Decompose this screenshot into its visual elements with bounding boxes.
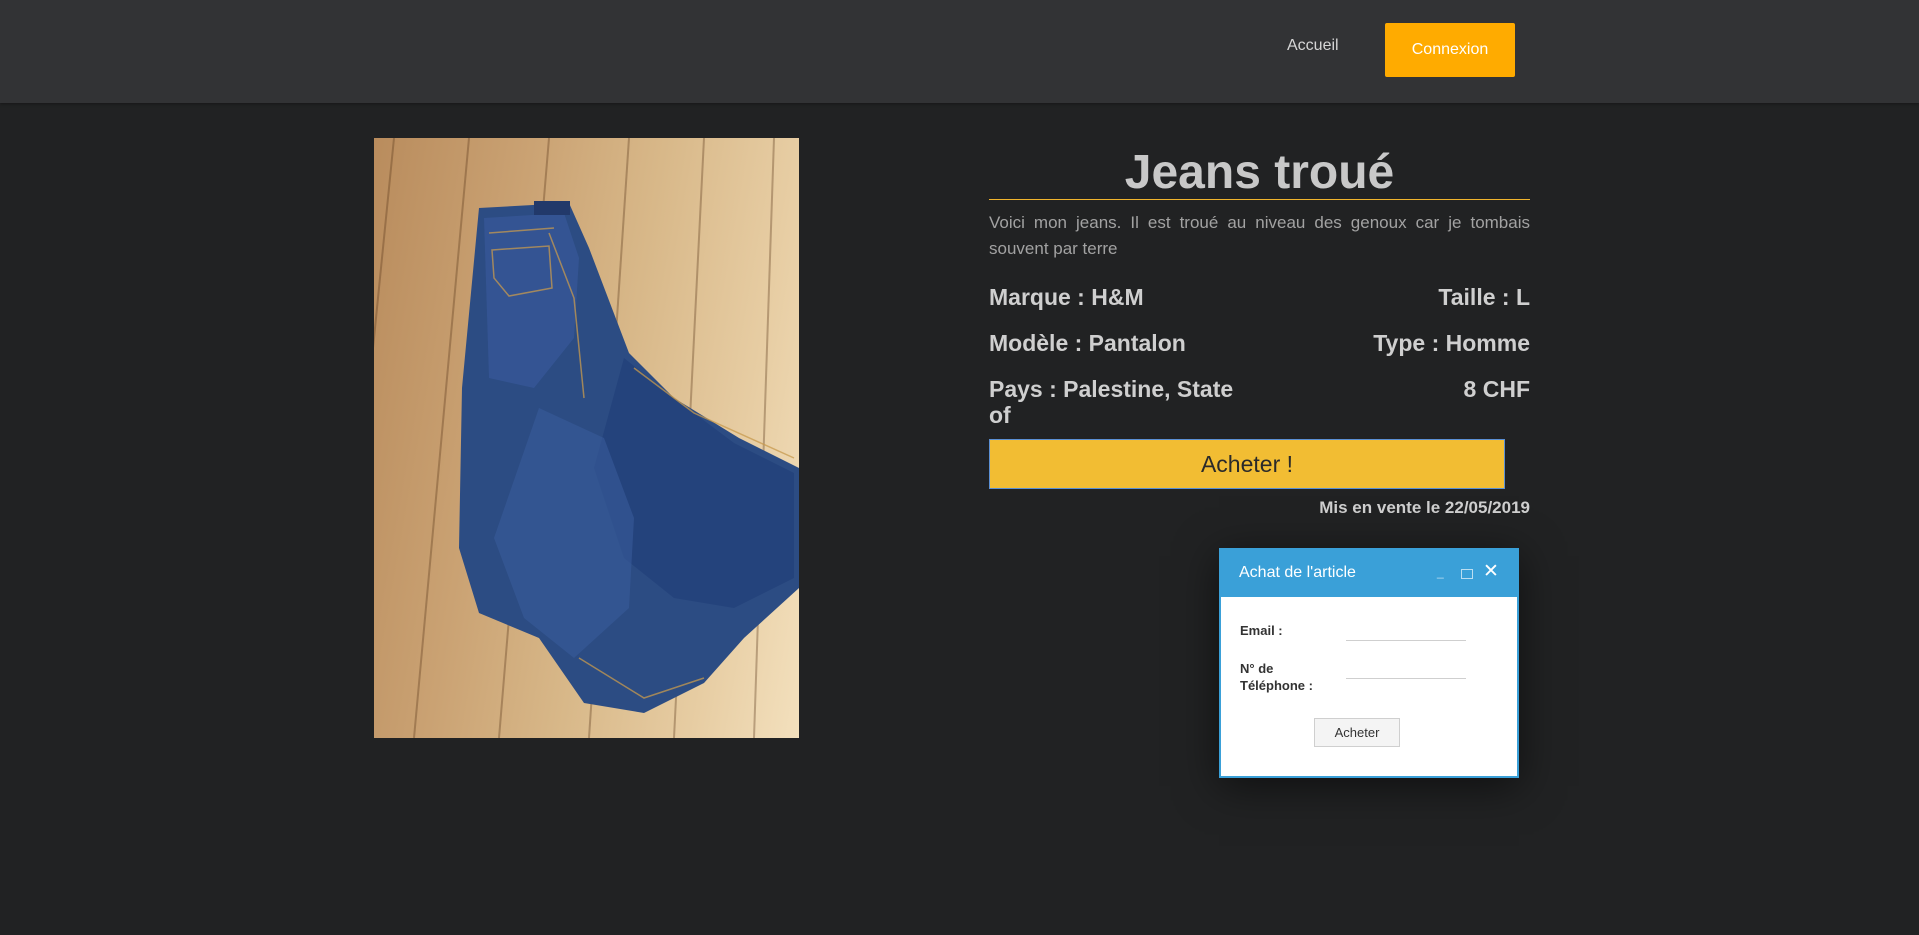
price-text: 8 CHF xyxy=(1463,376,1530,402)
country-text: Pays : Palestine, State of xyxy=(989,376,1234,428)
phone-label: N° de Téléphone : xyxy=(1240,661,1313,693)
dialog-header[interactable]: Achat de l'article _ ✕ xyxy=(1221,550,1517,597)
model-text: Modèle : Pantalon xyxy=(989,330,1186,356)
type-text: Type : Homme xyxy=(1373,330,1530,356)
brand-text: Marque : H&M xyxy=(989,284,1144,310)
email-label: Email : xyxy=(1240,623,1283,638)
product-title: Jeans troué xyxy=(989,138,1530,200)
phone-field[interactable] xyxy=(1346,657,1466,679)
dialog-submit-button[interactable]: Acheter xyxy=(1314,718,1400,747)
purchase-dialog: Achat de l'article _ ✕ Email : N° de Tél… xyxy=(1219,548,1519,778)
jeans-photo xyxy=(374,138,799,738)
product-details: Jeans troué Voici mon jeans. Il est trou… xyxy=(989,138,1530,517)
top-navbar: Accueil Connexion xyxy=(0,0,1919,103)
listed-date: Mis en vente le 22/05/2019 xyxy=(1319,498,1530,517)
buy-button[interactable]: Acheter ! xyxy=(989,439,1505,489)
email-field[interactable] xyxy=(1346,619,1466,641)
product-image xyxy=(374,138,799,738)
nav-link-accueil[interactable]: Accueil xyxy=(1287,37,1339,55)
close-icon[interactable]: ✕ xyxy=(1483,562,1499,582)
maximize-icon[interactable] xyxy=(1461,569,1473,579)
product-description: Voici mon jeans. Il est troué au niveau … xyxy=(989,213,1530,258)
login-button[interactable]: Connexion xyxy=(1385,23,1515,77)
dialog-title: Achat de l'article xyxy=(1239,564,1356,581)
minimize-icon[interactable]: _ xyxy=(1437,562,1444,582)
size-text: Taille : L xyxy=(1438,284,1530,310)
